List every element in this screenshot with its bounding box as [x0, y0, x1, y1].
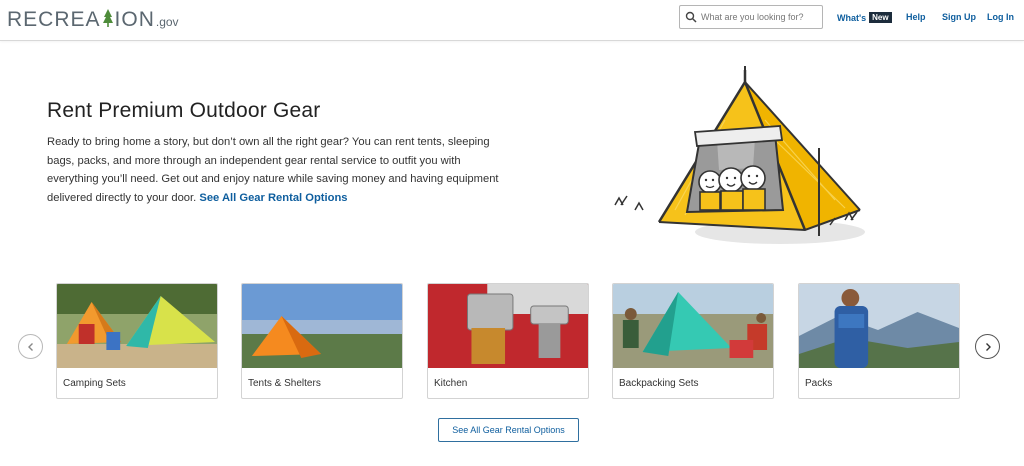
card-label: Tents & Shelters: [248, 378, 321, 389]
see-all-gear-button[interactable]: See All Gear Rental Options: [438, 418, 579, 442]
logo-gov: .gov: [155, 15, 179, 29]
nav-sign-up[interactable]: Sign Up: [942, 12, 976, 22]
site-logo[interactable]: RECRE A ION .gov: [7, 6, 179, 31]
search-input[interactable]: [701, 12, 821, 22]
carousel-next-button[interactable]: [975, 334, 1000, 359]
camping-sets-image: [57, 284, 217, 368]
gear-card-kitchen[interactable]: Kitchen: [427, 283, 589, 399]
tree-icon: [102, 9, 113, 27]
hero-description: Ready to bring home a story, but don’t o…: [47, 136, 499, 204]
chevron-right-icon: [985, 342, 991, 351]
nav-whats-new[interactable]: What's New: [837, 12, 892, 23]
site-header: RECREAION.gov What's New Help Sign Up Lo…: [0, 0, 1024, 41]
tent-illustration: [614, 66, 865, 244]
tents-shelters-image: [242, 284, 402, 368]
gear-card-backpacking-sets[interactable]: Backpacking Sets: [612, 283, 774, 399]
card-label: Camping Sets: [63, 378, 126, 389]
page-title: Rent Premium Outdoor Gear: [47, 99, 321, 122]
backpacking-sets-image: [613, 284, 773, 368]
gear-card-tents-shelters[interactable]: Tents & Shelters: [241, 283, 403, 399]
logo-text: RECRE: [7, 8, 86, 31]
kitchen-image: [428, 284, 588, 368]
chevron-left-icon: [27, 342, 33, 351]
packs-image: [799, 284, 959, 368]
carousel-prev-button[interactable]: [18, 334, 43, 359]
gear-card-camping-sets[interactable]: Camping Sets: [56, 283, 218, 399]
new-badge: New: [869, 12, 892, 23]
nav-log-in[interactable]: Log In: [987, 12, 1014, 22]
card-label: Packs: [805, 378, 833, 389]
search-box[interactable]: [679, 5, 823, 29]
gear-card-packs[interactable]: Packs: [798, 283, 960, 399]
search-icon: [685, 11, 697, 23]
nav-help[interactable]: Help: [906, 12, 926, 22]
card-label: Backpacking Sets: [619, 378, 699, 389]
card-label: Kitchen: [434, 378, 468, 389]
see-all-gear-link[interactable]: See All Gear Rental Options: [199, 192, 347, 204]
